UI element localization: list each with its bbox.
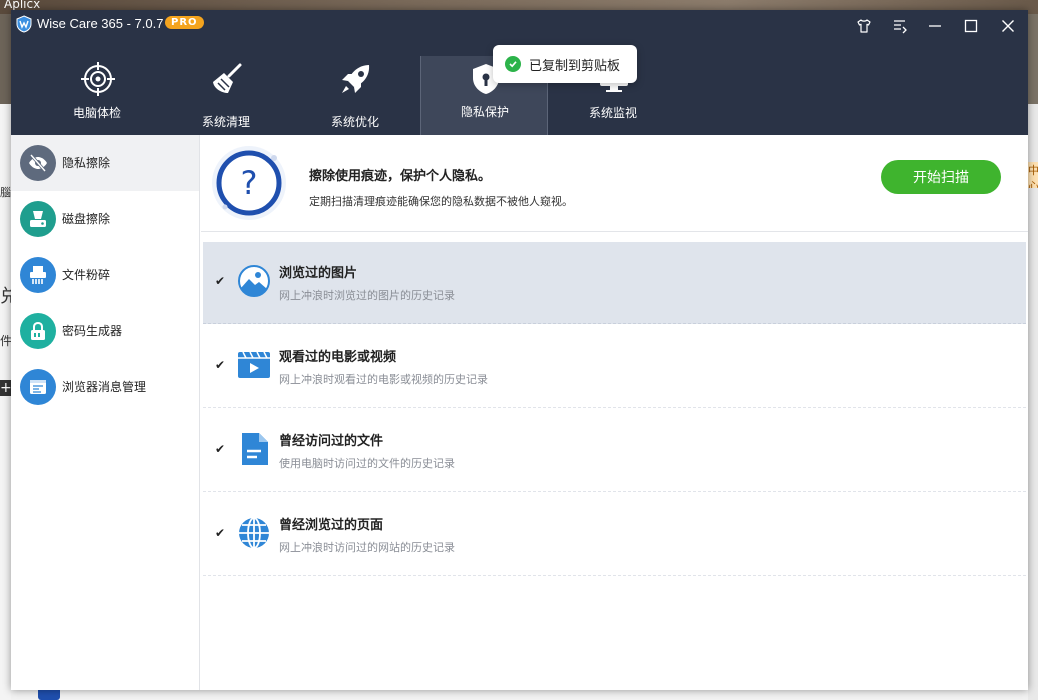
sidebar-item-label: 磁盘擦除 [62,212,111,226]
disk-eraser-icon [20,201,56,237]
sidebar: 隐私擦除 磁盘擦除 文件粉碎 密码生成器 浏览器消息管理 [11,135,200,690]
nav-label: 系统优化 [330,115,379,129]
shredder-icon [20,257,56,293]
banner-description: 定期扫描清理痕迹能确保您的隐私数据不被他人窥视。 [309,195,573,208]
item-description: 网上冲浪时访问过的网站的历史记录 [279,541,455,554]
close-button[interactable] [998,16,1018,36]
desktop-background-left [0,14,11,700]
app-window: Wise Care 365 - 7.0.7 PRO 电脑体检 系统清理 系统优化… [11,10,1028,690]
item-description: 使用电脑时访问过的文件的历史记录 [279,457,455,470]
titlebar: Wise Care 365 - 7.0.7 PRO [11,10,1028,40]
svg-text:?: ? [241,164,258,202]
skin-button[interactable] [854,16,874,36]
item-title: 浏览过的图片 [279,266,358,281]
pro-badge: PRO [165,16,204,29]
background-fragment: 腦 [0,186,11,199]
image-icon [238,265,270,297]
document-icon [242,433,268,465]
rocket-icon [342,65,370,93]
background-fragment-orange: 中心 [1028,162,1038,188]
item-title: 曾经访问过的文件 [279,434,384,449]
nav-item-clean[interactable]: 系统清理 [162,56,290,135]
list-item[interactable]: ✔ 曾经浏览过的页面 网上冲浪时访问过的网站的历史记录 [203,494,1026,576]
minimize-icon [929,25,941,27]
sidebar-item-file-shredder[interactable]: 文件粉碎 [11,247,199,303]
desktop-background-right-top [1028,14,1038,104]
close-icon [1002,20,1014,32]
item-description: 网上冲浪时观看过的电影或视频的历史记录 [279,373,488,386]
sidebar-item-browser-notifications[interactable]: 浏览器消息管理 [11,359,199,415]
toast-text: 已复制到剪贴板 [529,58,621,74]
app-logo-icon [16,15,32,33]
maximize-icon [964,19,978,33]
menu-button[interactable] [890,16,910,36]
background-fragment: 中心 [1028,164,1038,188]
sidebar-item-label: 密码生成器 [62,324,123,338]
nav-item-checkup[interactable]: 电脑体检 [33,56,161,135]
background-fragment: 件 [0,334,11,348]
nav-label: 系统清理 [201,115,250,129]
item-checkbox[interactable]: ✔ [215,275,227,287]
list-item[interactable]: ✔ 浏览过的图片 网上冲浪时浏览过的图片的历史记录 [203,242,1026,324]
background-fragment: + [0,380,11,396]
sidebar-item-password-generator[interactable]: 密码生成器 [11,303,199,359]
video-icon [238,351,270,378]
item-title: 曾经浏览过的页面 [279,518,384,533]
globe-icon [239,517,269,549]
browser-icon [20,369,56,405]
sidebar-item-privacy-erase[interactable]: 隐私擦除 [11,135,199,191]
sidebar-item-label: 文件粉碎 [62,268,111,282]
banner-title: 擦除使用痕迹，保护个人隐私。 [309,169,492,184]
copied-toast: 已复制到剪贴板 [493,45,637,83]
list-item[interactable]: ✔ 观看过的电影或视频 网上冲浪时观看过的电影或视频的历史记录 [203,326,1026,408]
app-title: Wise Care 365 - 7.0.7 [37,16,164,31]
tshirt-icon [857,19,871,33]
item-title: 观看过的电影或视频 [279,350,397,365]
sidebar-item-disk-erase[interactable]: 磁盘擦除 [11,191,199,247]
menu-icon [894,20,907,34]
sidebar-item-label: 隐私擦除 [62,156,111,170]
divider [201,231,1028,232]
eye-slash-icon [20,145,56,181]
maximize-button[interactable] [961,16,981,36]
question-shield-icon: ? [212,146,286,220]
nav-label: 系统监视 [588,106,637,120]
list-item[interactable]: ✔ 曾经访问过的文件 使用电脑时访问过的文件的历史记录 [203,410,1026,492]
nav-label: 隐私保护 [460,105,509,119]
padlock-icon [20,313,56,349]
header: Wise Care 365 - 7.0.7 PRO 电脑体检 系统清理 系统优化… [11,10,1028,135]
main-content: ? 擦除使用痕迹，保护个人隐私。 定期扫描清理痕迹能确保您的隐私数据不被他人窥视… [201,135,1028,690]
minimize-button[interactable] [925,16,945,36]
start-scan-button[interactable]: 开始扫描 [881,160,1001,194]
background-fragment: 兑 [0,286,11,307]
item-checkbox[interactable]: ✔ [215,359,227,371]
desktop-background-left-top [0,14,11,104]
nav-label: 电脑体检 [72,106,121,120]
desktop-background-bottom [11,690,1028,700]
item-description: 网上冲浪时浏览过的图片的历史记录 [279,289,455,302]
item-checkbox[interactable]: ✔ [215,443,227,455]
check-circle-icon [505,56,521,72]
broom-icon [213,63,242,93]
crosshair-icon [81,62,115,96]
sidebar-item-label: 浏览器消息管理 [62,380,147,394]
item-checkbox[interactable]: ✔ [215,527,227,539]
desktop-background-right [1028,14,1038,700]
nav-item-optimize[interactable]: 系统优化 [291,56,419,135]
